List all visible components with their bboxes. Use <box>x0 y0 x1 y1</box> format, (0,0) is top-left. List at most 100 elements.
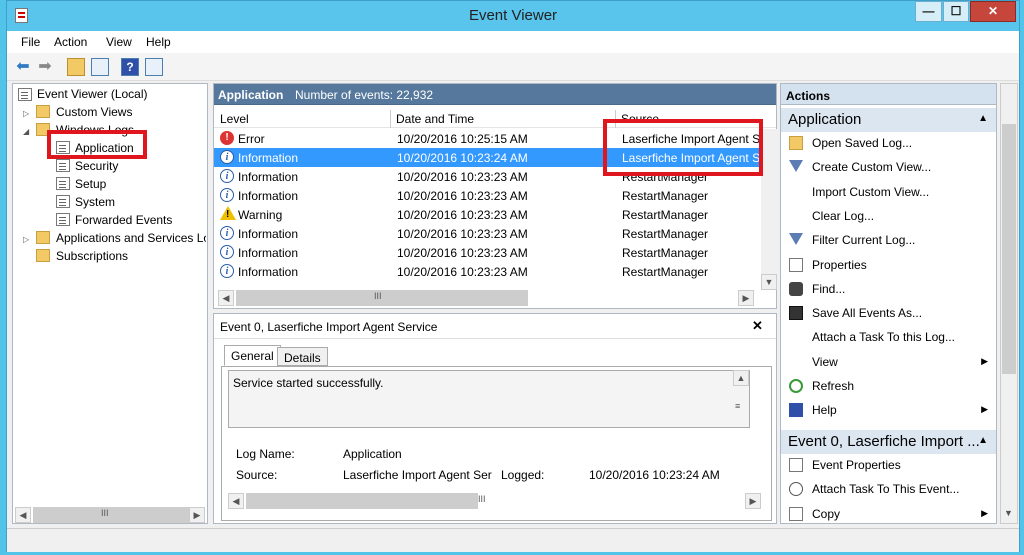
show-hide-tree-icon[interactable] <box>91 58 109 76</box>
event-source: RestartManager <box>622 246 709 260</box>
actions-pane: Actions Application ▲ Open Saved Log... C… <box>780 83 997 524</box>
show-action-pane-icon[interactable] <box>145 58 163 76</box>
detail-scroll-right-button[interactable]: ▶ <box>745 493 761 509</box>
task-icon <box>789 482 803 497</box>
source-label: Source: <box>236 468 278 482</box>
desc-scroll-grip[interactable]: ≡ <box>735 401 740 411</box>
horizontal-scrollbar[interactable]: III <box>33 507 189 523</box>
binoculars-icon <box>789 281 803 296</box>
action-item[interactable]: Event Properties <box>781 454 996 478</box>
action-item[interactable]: Open Saved Log... <box>781 132 996 156</box>
tab-general[interactable]: General <box>224 345 281 366</box>
action-item[interactable]: Attach a Task To this Log... <box>781 326 996 350</box>
tab-details[interactable]: Details <box>277 347 328 366</box>
event-level: Information <box>238 189 299 203</box>
help-toolbar-icon[interactable]: ? <box>121 58 139 76</box>
action-item[interactable]: Help ▶ <box>781 399 996 423</box>
action-item[interactable]: Clear Log... <box>781 205 996 229</box>
action-item[interactable]: Find... <box>781 278 996 302</box>
save-icon <box>789 306 803 321</box>
action-item[interactable]: Save All Events As... <box>781 302 996 326</box>
menu-view[interactable]: View <box>106 35 132 49</box>
action-label: Attach Task To This Event... <box>812 482 960 497</box>
action-item[interactable]: Filter Current Log... <box>781 229 996 253</box>
menu-action[interactable]: Action <box>54 35 87 49</box>
console-tree: Event Viewer (Local) ▷ Custom Views ◢ Wi… <box>12 83 208 524</box>
event-level: Error <box>238 132 265 146</box>
actions-vertical-scrollbar[interactable]: ▼ <box>1000 83 1018 524</box>
minimize-button[interactable]: — <box>915 1 942 22</box>
column-datetime[interactable]: Date and Time <box>396 112 474 126</box>
actions-section-application[interactable]: Application ▲ <box>781 108 996 132</box>
forward-arrow-icon[interactable]: ➡ <box>35 57 55 77</box>
scroll-down-button[interactable]: ▼ <box>761 274 777 290</box>
action-item[interactable]: Copy ▶ <box>781 503 996 527</box>
event-description[interactable]: Service started successfully. ▲ ≡ <box>228 370 750 428</box>
collapse-windows-logs-icon[interactable]: ◢ <box>23 127 29 136</box>
events-header: Application Number of events: 22,932 <box>214 84 776 105</box>
properties-icon <box>789 458 803 472</box>
event-row[interactable]: i Information 10/20/2016 10:23:24 AM Laserf… <box>214 148 761 167</box>
section-title: Application <box>788 111 862 128</box>
events-horizontal-scrollbar[interactable]: III <box>236 290 528 306</box>
status-bar <box>7 528 1019 552</box>
event-row[interactable]: ! Error 10/20/2016 10:25:15 AM Laserfiche I… <box>214 129 761 148</box>
events-vertical-scrollbar[interactable] <box>761 129 777 290</box>
menu-bar: File Action View Help <box>7 31 1019 53</box>
event-datetime: 10/20/2016 10:23:23 AM <box>397 227 528 241</box>
action-item[interactable]: View ▶ <box>781 351 996 375</box>
event-source: RestartManager <box>622 265 709 279</box>
tree-root[interactable]: Event Viewer (Local) <box>37 87 231 106</box>
events-scroll-right-button[interactable]: ▶ <box>738 290 754 306</box>
error-icon: ! <box>220 131 234 145</box>
event-row[interactable]: ! Warning 10/20/2016 10:23:23 AM RestartMan… <box>214 205 761 224</box>
menu-file[interactable]: File <box>21 35 40 49</box>
expand-apps-services-icon[interactable]: ▷ <box>23 235 29 244</box>
logged-label: Logged: <box>501 468 545 482</box>
title-bar[interactable]: Event Viewer — ☐ ✕ <box>7 1 1019 31</box>
action-item[interactable]: Properties <box>781 254 996 278</box>
action-item[interactable]: Import Custom View... <box>781 181 996 205</box>
back-arrow-icon[interactable]: ⬅ <box>13 57 33 77</box>
log-icon <box>56 213 70 226</box>
detail-horizontal-scrollbar[interactable]: III <box>246 493 486 509</box>
subscriptions-icon <box>36 249 50 262</box>
detail-close-icon[interactable]: ✕ <box>752 318 763 334</box>
action-item[interactable]: Refresh <box>781 375 996 399</box>
event-row[interactable]: i Information 10/20/2016 10:23:23 AM Restar… <box>214 243 761 262</box>
scroll-thumb[interactable] <box>1002 124 1016 374</box>
action-label: Create Custom View... <box>812 160 932 175</box>
up-folder-icon[interactable] <box>67 58 85 76</box>
expand-custom-views-icon[interactable]: ▷ <box>23 109 29 118</box>
events-pane: Application Number of events: 22,932 Lev… <box>213 83 777 309</box>
collapse-arrow-icon[interactable]: ▲ <box>978 113 988 124</box>
column-source[interactable]: Source <box>621 112 659 126</box>
event-row[interactable]: i Information 10/20/2016 10:23:23 AM Restar… <box>214 186 761 205</box>
column-level[interactable]: Level <box>220 112 249 126</box>
scroll-left-button[interactable]: ◀ <box>15 507 31 523</box>
log-icon <box>56 177 70 190</box>
maximize-button[interactable]: ☐ <box>943 1 969 22</box>
tree-apps-services[interactable]: Applications and Services Lo <box>56 231 206 250</box>
column-divider[interactable] <box>615 110 616 128</box>
desc-scroll-up-button[interactable]: ▲ <box>733 370 749 386</box>
actions-section-event[interactable]: Event 0, Laserfiche Import ... ▲ <box>781 430 996 454</box>
event-row[interactable]: i Information 10/20/2016 10:23:23 AM Restar… <box>214 262 761 281</box>
action-item[interactable]: Attach Task To This Event... <box>781 478 996 502</box>
event-row[interactable]: i Information 10/20/2016 10:23:23 AM Restar… <box>214 224 761 243</box>
detail-scroll-left-button[interactable]: ◀ <box>228 493 244 509</box>
info-icon: i <box>220 150 234 164</box>
scroll-down-arrow-icon[interactable]: ▼ <box>1004 508 1013 518</box>
collapse-arrow-icon[interactable]: ▲ <box>978 435 988 446</box>
submenu-arrow-icon: ▶ <box>981 404 988 415</box>
close-button[interactable]: ✕ <box>970 1 1016 22</box>
event-datetime: 10/20/2016 10:23:23 AM <box>397 246 528 260</box>
action-item[interactable]: Create Custom View... <box>781 156 996 180</box>
log-name-label: Log Name: <box>236 447 295 461</box>
scroll-right-button[interactable]: ▶ <box>189 507 205 523</box>
events-scroll-left-button[interactable]: ◀ <box>218 290 234 306</box>
action-label: Open Saved Log... <box>812 136 913 150</box>
menu-help[interactable]: Help <box>146 35 171 49</box>
event-row[interactable]: i Information 10/20/2016 10:23:23 AM Restar… <box>214 167 761 186</box>
column-divider[interactable] <box>390 110 391 128</box>
